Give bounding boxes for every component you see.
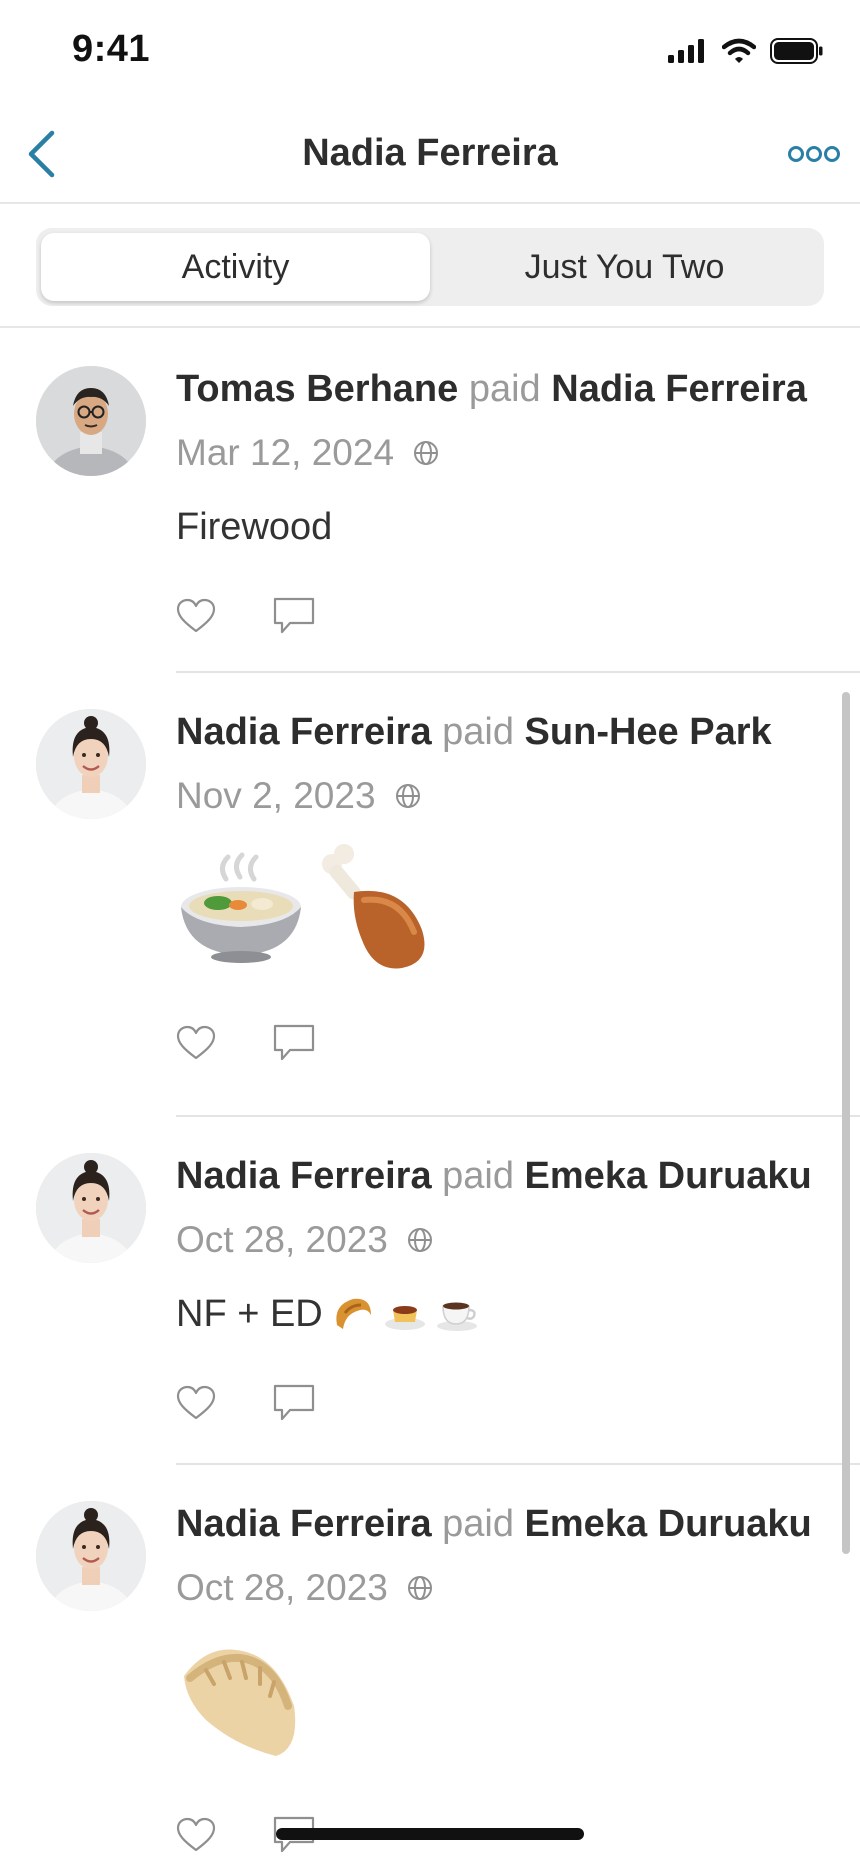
payer-name[interactable]: Nadia Ferreira bbox=[176, 711, 432, 753]
payer-name[interactable]: Nadia Ferreira bbox=[176, 1503, 432, 1545]
status-icons bbox=[668, 38, 824, 64]
segmented-control: Activity Just You Two bbox=[36, 228, 824, 306]
verb-text: paid bbox=[442, 711, 514, 753]
avatar[interactable] bbox=[36, 709, 146, 819]
item-body: Nadia Ferreira paid Sun-Hee Park Nov 2, … bbox=[176, 673, 860, 1073]
actions-row bbox=[176, 586, 830, 646]
verb-text: paid bbox=[442, 1155, 514, 1197]
transaction-date: Mar 12, 2024 bbox=[176, 432, 395, 473]
payer-name[interactable]: Tomas Berhane bbox=[176, 368, 458, 410]
heart-icon[interactable] bbox=[176, 598, 216, 634]
croissant-icon bbox=[336, 1298, 371, 1329]
verb-text: paid bbox=[468, 368, 541, 410]
dumpling-icon bbox=[184, 1649, 296, 1756]
item-body: Tomas Berhane paid Nadia Ferreira Mar 12… bbox=[176, 330, 860, 646]
heart-icon[interactable] bbox=[176, 1385, 216, 1421]
meta-row: Oct 28, 2023 bbox=[176, 1219, 830, 1261]
cellular-signal-icon bbox=[668, 39, 704, 63]
avatar[interactable] bbox=[36, 366, 146, 476]
meta-row: Oct 28, 2023 bbox=[176, 1567, 830, 1609]
globe-icon bbox=[407, 1576, 432, 1600]
screen: 9:41 Nadia Ferreira Activity Just You Tw… bbox=[0, 0, 860, 1864]
transaction-date: Oct 28, 2023 bbox=[176, 1219, 388, 1260]
segment-bar: Activity Just You Two bbox=[0, 204, 860, 328]
transaction-date: Nov 2, 2023 bbox=[176, 775, 376, 816]
wifi-icon bbox=[722, 38, 756, 63]
battery-icon bbox=[770, 38, 823, 64]
transaction-headline: Nadia Ferreira paid Sun-Hee Park bbox=[176, 709, 830, 755]
status-bar: 9:41 bbox=[0, 0, 860, 106]
avatar[interactable] bbox=[36, 1153, 146, 1263]
more-options-button[interactable] bbox=[786, 142, 842, 166]
feed-item[interactable]: Nadia Ferreira paid Emeka Duruaku Oct 28… bbox=[0, 1117, 860, 1465]
actions-row bbox=[176, 1373, 830, 1433]
home-indicator[interactable] bbox=[276, 1828, 584, 1840]
verb-text: paid bbox=[442, 1503, 514, 1545]
transaction-note bbox=[176, 839, 830, 979]
comment-icon[interactable] bbox=[272, 1023, 316, 1063]
transaction-headline: Nadia Ferreira paid Emeka Duruaku bbox=[176, 1153, 830, 1199]
scrollbar[interactable] bbox=[842, 692, 850, 1554]
custard-icon bbox=[384, 1306, 425, 1330]
payee-name[interactable]: Emeka Duruaku bbox=[525, 1155, 812, 1197]
payee-name[interactable]: Nadia Ferreira bbox=[551, 368, 807, 410]
feed-item[interactable]: Tomas Berhane paid Nadia Ferreira Mar 12… bbox=[0, 330, 860, 673]
transaction-headline: Nadia Ferreira paid Emeka Duruaku bbox=[176, 1501, 830, 1547]
heart-icon[interactable] bbox=[176, 1817, 216, 1853]
activity-feed: Tomas Berhane paid Nadia Ferreira Mar 12… bbox=[0, 330, 860, 1864]
comment-icon[interactable] bbox=[272, 596, 316, 636]
transaction-date: Oct 28, 2023 bbox=[176, 1567, 388, 1608]
stew-bowl-icon bbox=[181, 852, 301, 963]
avatar[interactable] bbox=[36, 1501, 146, 1611]
poultry-leg-icon bbox=[322, 844, 425, 969]
comment-icon[interactable] bbox=[272, 1383, 316, 1423]
transaction-headline: Tomas Berhane paid Nadia Ferreira bbox=[176, 366, 830, 412]
payee-name[interactable]: Sun-Hee Park bbox=[525, 711, 772, 753]
feed-item[interactable]: Nadia Ferreira paid Sun-Hee Park Nov 2, … bbox=[0, 673, 860, 1117]
page-title: Nadia Ferreira bbox=[302, 132, 558, 174]
ellipsis-icon bbox=[788, 146, 840, 162]
globe-icon bbox=[414, 441, 439, 465]
feed-item[interactable]: Nadia Ferreira paid Emeka Duruaku Oct 28… bbox=[0, 1465, 860, 1864]
note-text: NF + ED bbox=[176, 1293, 323, 1335]
meta-row: Mar 12, 2024 bbox=[176, 432, 830, 474]
actions-row bbox=[176, 1013, 830, 1073]
item-body: Nadia Ferreira paid Emeka Duruaku Oct 28… bbox=[176, 1465, 860, 1864]
nav-bar: Nadia Ferreira bbox=[0, 106, 860, 204]
item-body: Nadia Ferreira paid Emeka Duruaku Oct 28… bbox=[176, 1117, 860, 1433]
meta-row: Nov 2, 2023 bbox=[176, 775, 830, 817]
status-time: 9:41 bbox=[72, 28, 151, 70]
coffee-icon bbox=[436, 1302, 477, 1331]
heart-icon[interactable] bbox=[176, 1025, 216, 1061]
transaction-note: NF + ED bbox=[176, 1289, 830, 1339]
transaction-note: Firewood bbox=[176, 506, 333, 548]
tab-activity[interactable]: Activity bbox=[41, 233, 430, 301]
transaction-note bbox=[176, 1631, 830, 1771]
globe-icon bbox=[395, 784, 420, 808]
payee-name[interactable]: Emeka Duruaku bbox=[525, 1503, 812, 1545]
globe-icon bbox=[407, 1228, 432, 1252]
tab-just-you-two[interactable]: Just You Two bbox=[430, 233, 819, 301]
payer-name[interactable]: Nadia Ferreira bbox=[176, 1155, 432, 1197]
